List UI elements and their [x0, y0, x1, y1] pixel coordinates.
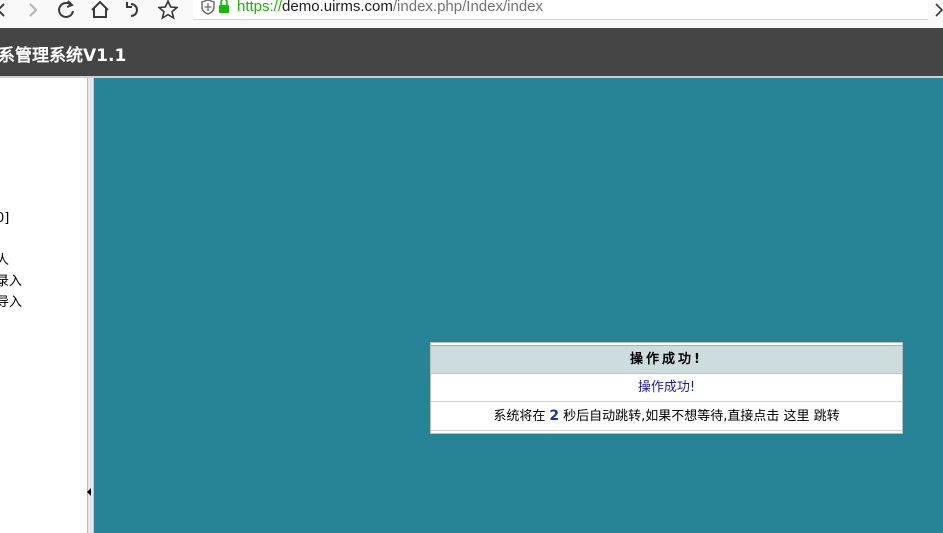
app-title: 系管理系统V1.1 [0, 46, 127, 66]
collapse-arrow-icon[interactable] [87, 488, 91, 496]
lock-icon[interactable] [218, 0, 230, 18]
redirect-middle: 秒后自动跳转,如果不想等待,直接点击 [563, 409, 780, 424]
sidebar-item[interactable]: ] [0, 187, 22, 208]
countdown-seconds: 2 [549, 408, 560, 424]
sidebar-item[interactable]: 人 [0, 250, 22, 271]
sidebar-item[interactable]: 录入 [0, 271, 22, 292]
sidebar: ] ] ] 0] ! 人 录入 导入 [0, 78, 88, 533]
sidebar-menu: ] ] ] 0] ! 人 录入 导入 [0, 145, 22, 313]
back-icon[interactable] [0, 0, 14, 20]
sidebar-item[interactable]: ] [0, 166, 22, 187]
address-bar[interactable]: https://demo.uirms.com/index.php/Index/i… [193, 0, 928, 20]
redirect-notice: 系统将在 2 秒后自动跳转,如果不想等待,直接点击 这里 跳转 [431, 402, 902, 431]
browser-toolbar: https://demo.uirms.com/index.php/Index/i… [0, 0, 943, 29]
message-box: 操作成功! 操作成功! 系统将在 2 秒后自动跳转,如果不想等待,直接点击 这里 跳… [430, 342, 903, 434]
url-host: demo.uirms.com [282, 0, 393, 15]
redirect-link[interactable]: 这里 [784, 409, 810, 424]
shield-icon[interactable] [201, 0, 215, 19]
app-header: 系管理系统V1.1 [0, 28, 943, 78]
message-title: 操作成功! [431, 345, 902, 374]
home-icon[interactable] [87, 0, 113, 20]
url-scheme: https:// [237, 0, 283, 15]
sidebar-item[interactable]: 导入 [0, 292, 22, 313]
reload-icon[interactable] [53, 0, 79, 20]
bookmark-star-icon[interactable] [155, 0, 181, 20]
sidebar-item[interactable]: ] [0, 145, 22, 166]
undo-icon[interactable] [122, 0, 148, 20]
redirect-prefix: 系统将在 [493, 409, 546, 424]
main-content: 操作成功! 操作成功! 系统将在 2 秒后自动跳转,如果不想等待,直接点击 这里 跳… [94, 78, 943, 533]
sidebar-item[interactable]: ! [0, 229, 22, 250]
forward-icon[interactable] [20, 0, 46, 20]
url-path: /index.php/Index/index [392, 0, 544, 15]
url-text[interactable]: https://demo.uirms.com/index.php/Index/i… [237, 0, 543, 17]
message-body: 操作成功! [431, 374, 902, 402]
redirect-suffix: 跳转 [813, 409, 840, 424]
page-action-icon[interactable] [926, 0, 943, 20]
sidebar-item[interactable]: 0] [0, 208, 22, 229]
